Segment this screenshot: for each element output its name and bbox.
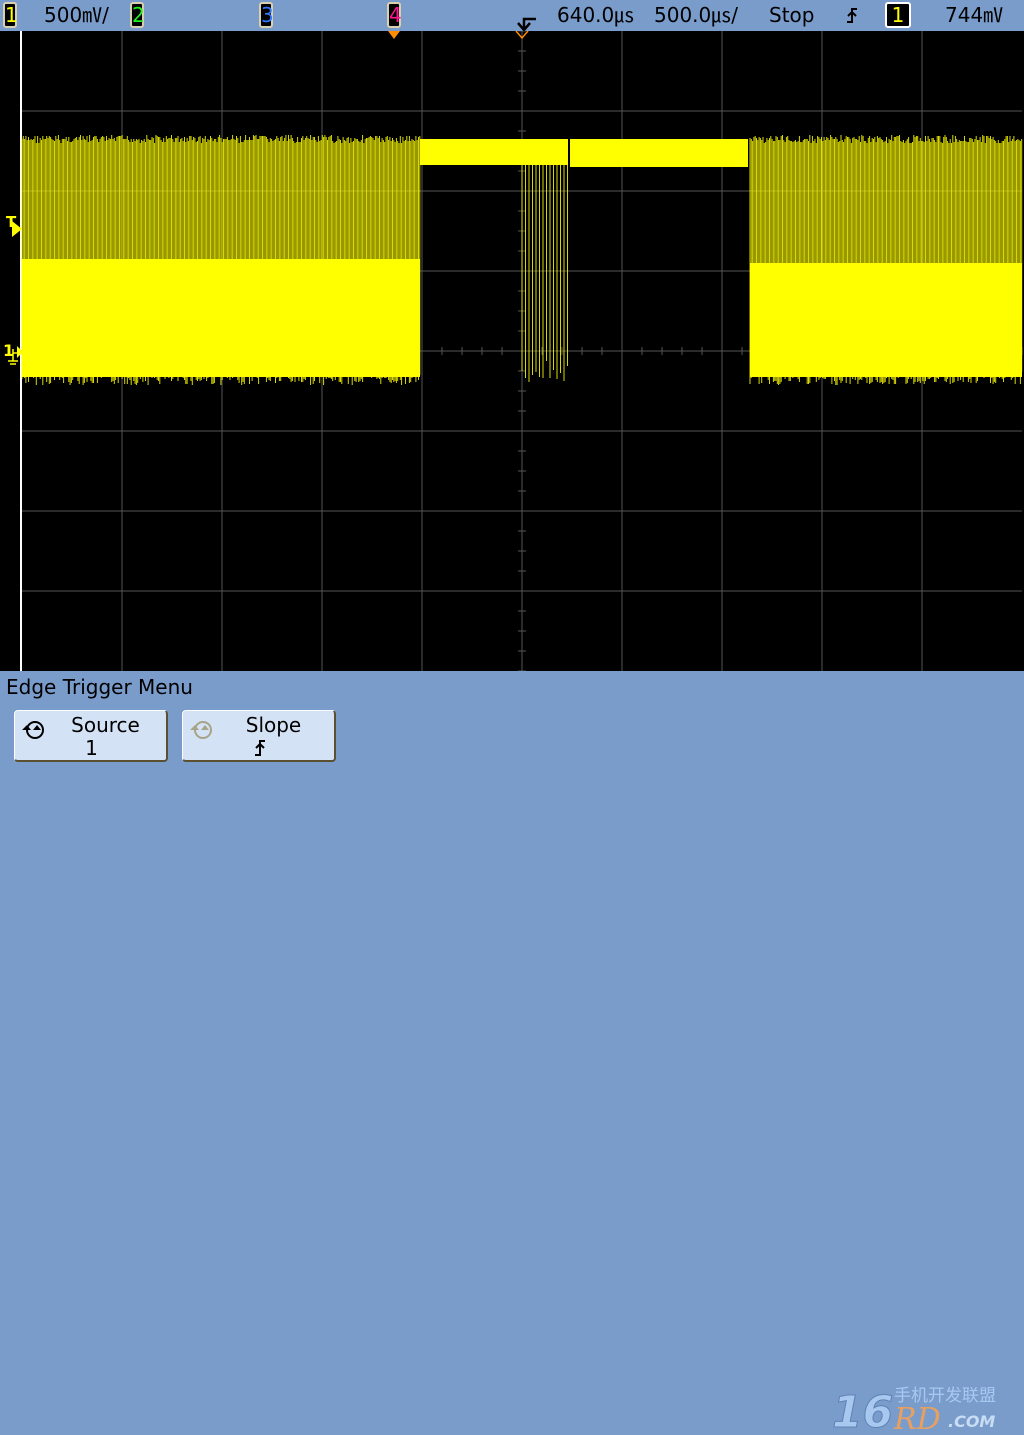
- channel-4-badge[interactable]: 4: [387, 2, 402, 28]
- status-bar: 1 500㎷/ 2 3 4 640.0㎲ 500.0㎲/ Stop 1 744㎷: [0, 0, 1024, 31]
- run-state[interactable]: Stop: [769, 3, 814, 27]
- time-delay: 640.0㎲: [557, 3, 635, 27]
- svg-text:.COM: .COM: [948, 1412, 995, 1431]
- softkey-menu: Edge Trigger Menu Source 1 Slope 16 手机开发…: [0, 671, 1024, 1435]
- trigger-level-arrow-icon: [12, 221, 22, 237]
- slope-softkey[interactable]: Slope: [182, 710, 336, 762]
- ch1-burst-band-right: [750, 263, 1022, 377]
- ch1-idle-band: [570, 139, 748, 167]
- channel-3-badge[interactable]: 3: [259, 2, 274, 28]
- slope-rising-edge-icon: [255, 740, 265, 756]
- ch1-burst-band-left: [22, 259, 420, 377]
- trigger-source-badge: 1: [885, 2, 911, 28]
- trigger-level: 744㎷: [945, 3, 1004, 27]
- ch1-idle-band: [420, 139, 568, 165]
- svg-text:16: 16: [832, 1387, 893, 1435]
- channel-4-marker-icon: [388, 31, 400, 39]
- time-scale: 500.0㎲/: [654, 3, 738, 27]
- channel-1-badge[interactable]: 1: [3, 2, 18, 28]
- rising-edge-icon: [847, 8, 857, 23]
- channel-1-scale: 500㎷/: [44, 3, 109, 27]
- ground-arrow-icon: [8, 346, 23, 365]
- source-value: 1: [85, 736, 98, 760]
- source-softkey[interactable]: Source 1: [14, 710, 168, 762]
- slope-label: Slope: [245, 713, 302, 737]
- graticule-and-trace: [20, 31, 1023, 671]
- trigger-delay-icon: [517, 17, 536, 31]
- watermark-logo: 16 手机开发联盟 RD .COM: [832, 1383, 1022, 1435]
- ch1-trace: [21, 135, 1023, 385]
- waveform-display[interactable]: T 1: [0, 31, 1024, 671]
- svg-text:RD: RD: [893, 1402, 941, 1435]
- source-label: Source: [71, 713, 140, 737]
- channel-2-badge[interactable]: 2: [130, 2, 145, 28]
- menu-title: Edge Trigger Menu: [6, 675, 193, 699]
